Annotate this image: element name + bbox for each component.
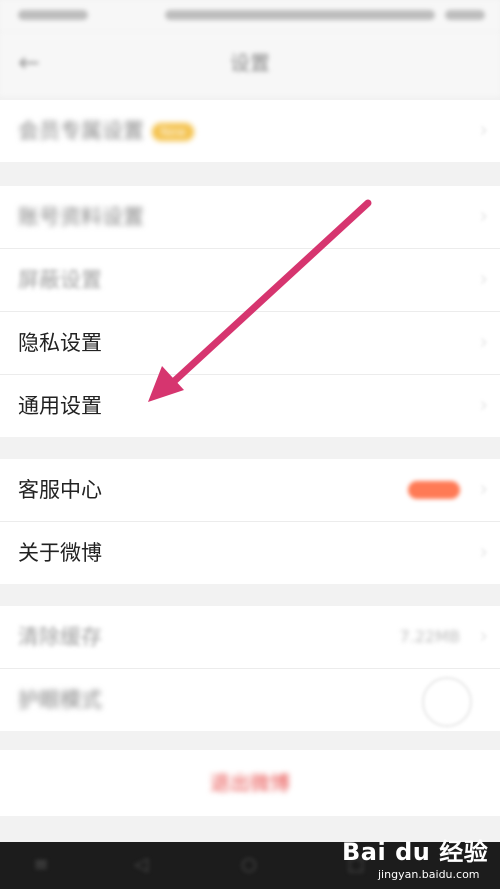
status-bar: [0, 0, 500, 32]
home-icon[interactable]: ○: [238, 854, 260, 876]
settings-item-account-profile[interactable]: 账号资料设置 ›: [0, 186, 500, 249]
settings-item-label: 会员专属设置: [18, 119, 144, 143]
chevron-right-icon: ›: [479, 393, 488, 418]
chevron-right-icon: ›: [479, 330, 488, 355]
nav-bar: ← 设置: [0, 32, 500, 96]
settings-item-label: 隐私设置: [18, 331, 102, 355]
chevron-right-icon: ›: [479, 540, 488, 565]
baidu-watermark: Bai du 经验 jingyan.baidu.com: [342, 832, 492, 884]
settings-item-eye-care[interactable]: 护眼模式: [0, 669, 500, 731]
chevron-right-icon: ›: [479, 118, 488, 143]
chevron-right-icon: ›: [479, 624, 488, 649]
back-icon[interactable]: ◁: [130, 854, 152, 876]
settings-item-block[interactable]: 屏蔽设置 ›: [0, 249, 500, 312]
chevron-right-icon: ›: [479, 204, 488, 229]
status-icons: [165, 10, 435, 20]
cache-size-value: 7.22MB: [399, 627, 460, 646]
settings-item-about[interactable]: 关于微博 ›: [0, 522, 500, 584]
settings-item-label: 通用设置: [18, 394, 102, 418]
settings-group-membership: 会员专属设置 New ›: [0, 100, 500, 162]
logout-label: 退出微博: [210, 771, 290, 795]
settings-item-clear-cache[interactable]: 清除缓存 7.22MB ›: [0, 606, 500, 669]
settings-group-support: 客服中心 › 关于微博 ›: [0, 459, 500, 584]
settings-item-label: 屏蔽设置: [18, 268, 102, 292]
watermark-logo: Bai du 经验: [342, 838, 489, 866]
eye-care-toggle[interactable]: [422, 677, 472, 727]
settings-item-label: 护眼模式: [18, 688, 102, 712]
settings-item-label: 关于微博: [18, 541, 102, 565]
notification-pill: [408, 481, 460, 499]
settings-item-general[interactable]: 通用设置 ›: [0, 375, 500, 437]
logout-button[interactable]: 退出微博: [0, 750, 500, 816]
settings-item-label: 客服中心: [18, 478, 102, 502]
settings-item-member[interactable]: 会员专属设置 New ›: [0, 100, 500, 162]
settings-group-misc: 清除缓存 7.22MB › 护眼模式: [0, 606, 500, 731]
settings-item-customer-service[interactable]: 客服中心 ›: [0, 459, 500, 522]
chevron-right-icon: ›: [479, 477, 488, 502]
menu-icon[interactable]: ≡: [30, 854, 52, 876]
settings-group-account: 账号资料设置 › 屏蔽设置 › 隐私设置 › 通用设置 ›: [0, 186, 500, 437]
watermark-url: jingyan.baidu.com: [378, 868, 480, 881]
settings-item-privacy[interactable]: 隐私设置 ›: [0, 312, 500, 375]
settings-item-label: 账号资料设置: [18, 205, 144, 229]
page-title: 设置: [230, 51, 270, 75]
settings-item-label: 清除缓存: [18, 625, 102, 649]
battery-icon: [445, 10, 485, 20]
new-badge: New: [152, 123, 195, 141]
carrier-indicator: [18, 10, 88, 20]
chevron-right-icon: ›: [479, 267, 488, 292]
